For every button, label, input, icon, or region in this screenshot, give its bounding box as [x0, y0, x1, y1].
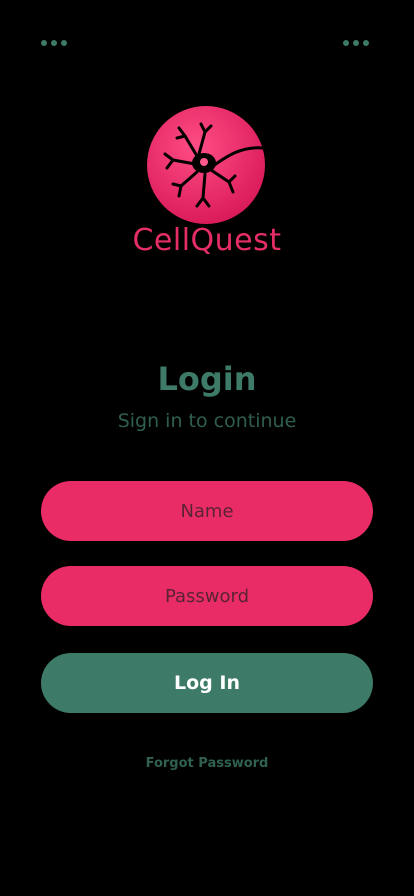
dot	[41, 40, 47, 46]
neuron-icon	[147, 106, 265, 224]
password-input[interactable]	[41, 566, 373, 626]
dot	[363, 40, 369, 46]
dot	[343, 40, 349, 46]
right-menu-icon[interactable]	[343, 40, 369, 46]
page-subtitle: Sign in to continue	[117, 410, 297, 432]
forgot-password-link[interactable]: Forgot Password	[0, 756, 414, 771]
login-button[interactable]: Log In	[41, 653, 373, 713]
name-input[interactable]	[41, 481, 373, 541]
dot	[353, 40, 359, 46]
page-title: Login	[157, 360, 257, 398]
left-menu-icon[interactable]	[41, 40, 67, 46]
dot	[51, 40, 57, 46]
dot	[61, 40, 67, 46]
brand-name: CellQuest	[132, 223, 282, 258]
